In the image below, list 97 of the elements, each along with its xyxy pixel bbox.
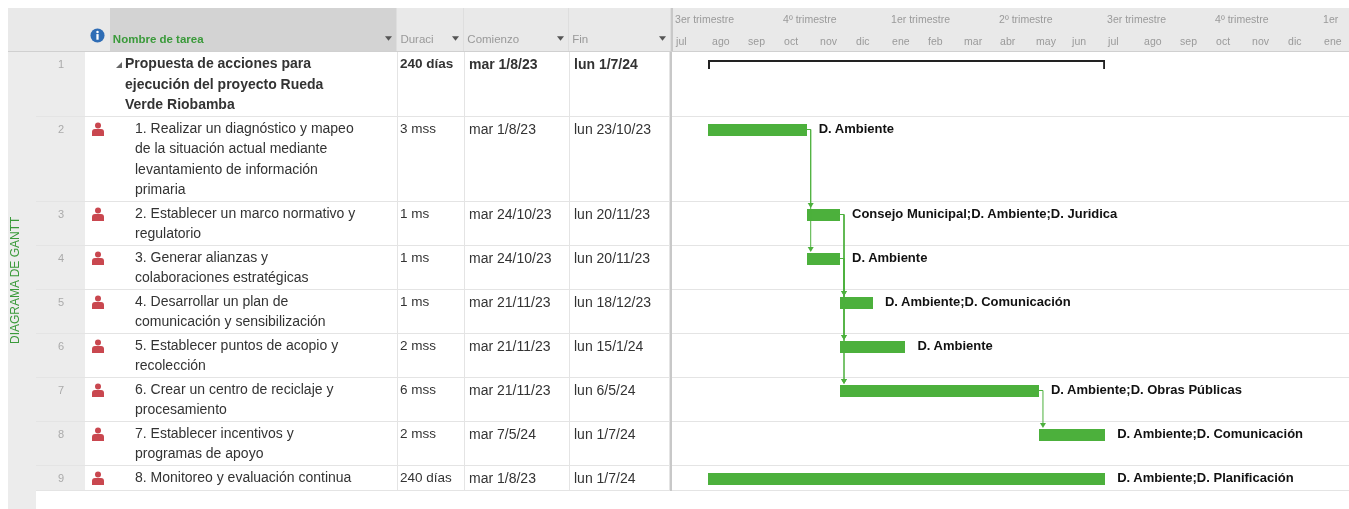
month-label: feb bbox=[927, 35, 944, 47]
duration-value: 1 ms bbox=[400, 293, 430, 309]
info-icon bbox=[89, 28, 105, 43]
start-date: mar 24/10/23 bbox=[469, 249, 552, 266]
dropdown-arrow-icon[interactable] bbox=[557, 36, 565, 41]
month-label: ago bbox=[711, 35, 731, 47]
duration-value: 240 días bbox=[400, 469, 452, 485]
start-date: mar 7/5/24 bbox=[469, 425, 536, 442]
start-date: mar 24/10/23 bbox=[469, 205, 552, 222]
duration-value: 1 ms bbox=[400, 249, 430, 265]
finish-date: lun 1/7/24 bbox=[574, 425, 636, 442]
task-name: 2. Establecer un marco normativo y regulatorio bbox=[135, 203, 357, 243]
task-name: 1. Realizar un diagnóstico y mapeo de la situación actual mediante levantamiento de información primaria bbox=[135, 118, 355, 199]
finish-date: lun 23/10/23 bbox=[574, 120, 652, 137]
resource-label: D. Ambiente bbox=[917, 336, 993, 355]
month-label: nov bbox=[819, 35, 838, 47]
quarter-label: 4º trimestre bbox=[782, 13, 838, 25]
month-label: mar bbox=[963, 35, 984, 47]
dropdown-arrow-icon[interactable] bbox=[385, 36, 393, 41]
finish-date: lun 6/5/24 bbox=[574, 381, 636, 398]
quarter-label: 4º trimestre bbox=[1214, 13, 1270, 25]
task-name: 8. Monitoreo y evaluación continua bbox=[135, 467, 352, 487]
quarter-label: 1er bbox=[1322, 13, 1340, 25]
quarter-label: 3er trimestre bbox=[674, 13, 735, 25]
month-label: oct bbox=[1215, 35, 1232, 47]
column-header[interactable]: Nombre de tarea bbox=[109, 8, 398, 51]
month-label: ago bbox=[1143, 35, 1163, 47]
task-name: 3. Generar alianzas y colaboraciones estratégicas bbox=[135, 247, 310, 287]
month-label: jul bbox=[1106, 35, 1120, 47]
resource-label: D. Ambiente bbox=[818, 119, 895, 138]
start-date: mar 21/11/23 bbox=[469, 337, 551, 354]
start-date: mar 1/8/23 bbox=[469, 469, 536, 486]
row-number: 6 bbox=[36, 333, 85, 377]
month-label: jun bbox=[1070, 35, 1088, 47]
column-header[interactable]: Fin bbox=[569, 8, 672, 51]
duration-value: 2 mss bbox=[400, 425, 436, 441]
quarter-label: 3er trimestre bbox=[1106, 13, 1167, 25]
collapse-icon[interactable] bbox=[116, 62, 122, 68]
month-label: abr bbox=[999, 35, 1017, 47]
month-label: dic bbox=[1287, 35, 1303, 47]
resource-label: D. Ambiente;D. Comunicación bbox=[1117, 424, 1304, 443]
row-number: 4 bbox=[36, 245, 85, 289]
start-date: mar 21/11/23 bbox=[469, 293, 551, 310]
finish-date: lun 18/12/23 bbox=[574, 293, 652, 310]
row-number: 1 bbox=[36, 52, 85, 116]
month-label: nov bbox=[1251, 35, 1270, 47]
task-bar[interactable] bbox=[840, 296, 873, 309]
quarter-label: 1er trimestre bbox=[890, 13, 951, 25]
task-bar[interactable] bbox=[708, 123, 807, 136]
resource-label: D. Ambiente bbox=[852, 248, 928, 267]
row-number: 2 bbox=[36, 116, 85, 201]
finish-date: lun 20/11/23 bbox=[574, 205, 651, 222]
finish-date: lun 1/7/24 bbox=[574, 469, 636, 486]
view-label: DIAGRAMA DE GANTT bbox=[8, 52, 36, 509]
dropdown-arrow-icon[interactable] bbox=[659, 36, 667, 41]
dropdown-arrow-icon[interactable] bbox=[452, 36, 460, 41]
task-bar[interactable] bbox=[840, 340, 906, 353]
duration-value: 240 días bbox=[400, 56, 454, 71]
month-label: may bbox=[1035, 35, 1057, 47]
summary-bar[interactable] bbox=[708, 60, 1106, 69]
row-number: 5 bbox=[36, 289, 85, 333]
month-label: jul bbox=[674, 35, 688, 47]
duration-value: 3 mss bbox=[400, 120, 436, 136]
resource-label: D. Ambiente;D. Obras Públicas bbox=[1050, 380, 1242, 399]
finish-date: lun 15/1/24 bbox=[574, 337, 644, 354]
month-label: dic bbox=[855, 35, 871, 47]
column-header[interactable]: Comienzo bbox=[464, 8, 570, 51]
task-name: 7. Establecer incentivos y programas de apoyo bbox=[135, 423, 295, 463]
month-label: ene bbox=[1323, 35, 1343, 47]
finish-date: lun 1/7/24 bbox=[574, 56, 638, 72]
task-name: Propuesta de acciones para ejecución del proyecto Rueda Verde Riobamba bbox=[125, 54, 325, 114]
duration-value: 2 mss bbox=[400, 337, 436, 353]
quarter-label: 2º trimestre bbox=[998, 13, 1054, 25]
duration-value: 1 ms bbox=[400, 205, 430, 221]
row-number: 9 bbox=[36, 465, 85, 490]
start-date: mar 1/8/23 bbox=[469, 56, 538, 72]
finish-date: lun 20/11/23 bbox=[574, 249, 651, 266]
month-label: oct bbox=[783, 35, 800, 47]
start-date: mar 21/11/23 bbox=[469, 381, 551, 398]
task-bar[interactable] bbox=[840, 384, 1039, 397]
task-name: 4. Desarrollar un plan de comunicación y sensibilización bbox=[135, 291, 327, 331]
month-label: sep bbox=[747, 35, 766, 47]
row-number: 7 bbox=[36, 377, 85, 421]
task-name: 6. Crear un centro de reciclaje y procesamiento bbox=[135, 379, 335, 419]
month-label: sep bbox=[1179, 35, 1198, 47]
resource-label: D. Ambiente;D. Planificación bbox=[1117, 468, 1294, 487]
task-name: 5. Establecer puntos de acopio y recolección bbox=[135, 335, 340, 375]
task-bar[interactable] bbox=[708, 472, 1106, 485]
row-number: 3 bbox=[36, 201, 85, 245]
start-date: mar 1/8/23 bbox=[469, 120, 536, 137]
dependency-arrow bbox=[1038, 390, 1046, 428]
resource-label: Consejo Municipal;D. Ambiente;D. Juridica bbox=[852, 204, 1118, 223]
row-number: 8 bbox=[36, 421, 85, 465]
column-header[interactable]: Duraci bbox=[397, 8, 465, 51]
month-label: ene bbox=[891, 35, 911, 47]
duration-value: 6 mss bbox=[400, 381, 436, 397]
resource-label: D. Ambiente;D. Comunicación bbox=[884, 292, 1071, 311]
